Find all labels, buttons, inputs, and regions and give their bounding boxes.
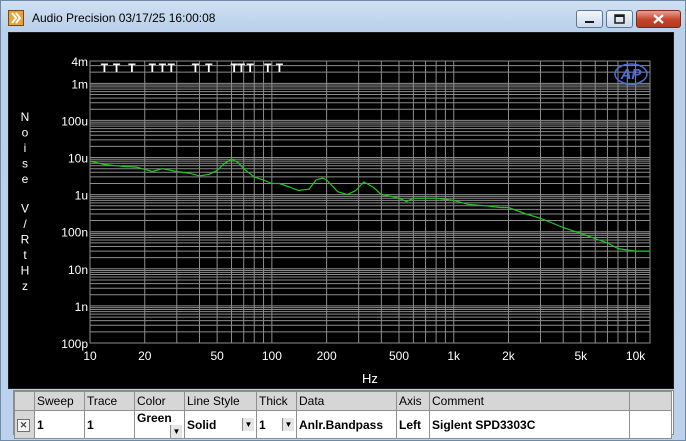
marker-label: T (159, 61, 167, 75)
x-tick-label: 100 (262, 349, 282, 363)
x-tick-label: 1k (447, 349, 461, 363)
grid (89, 60, 651, 344)
marker-label: T (205, 61, 213, 75)
minimize-icon (585, 21, 594, 23)
x-tick-label: 5k (575, 349, 589, 363)
y-tick-label: 100u (61, 114, 88, 128)
close-button[interactable] (636, 10, 681, 28)
marker-label: T (113, 61, 121, 75)
x-tick-label: 2k (502, 349, 516, 363)
marker-label: T (128, 61, 136, 75)
header-data[interactable]: Data (296, 391, 397, 411)
x-tick-label: 200 (317, 349, 337, 363)
maximize-button[interactable] (606, 10, 633, 28)
header-sweep[interactable]: Sweep (34, 391, 85, 411)
y-axis-label-char: V (21, 202, 29, 216)
cell-line-style[interactable]: Solid ▼ (184, 410, 257, 439)
x-tick-label: 50 (210, 349, 224, 363)
app-window: Audio Precision 03/17/25 16:00:08 4m 1m 10… (0, 0, 686, 441)
header-trace[interactable]: Trace (84, 391, 135, 411)
y-axis-label-char: / (23, 217, 27, 231)
header-comment[interactable]: Comment (429, 391, 630, 411)
cell-thick-value: 1 (259, 417, 266, 432)
y-tick-label: 10u (68, 152, 88, 166)
y-axis-label-char: H (21, 264, 30, 278)
x-tick-label: 10k (626, 349, 646, 363)
header-line-style[interactable]: Line Style (184, 391, 257, 411)
y-axis-label: Noise V / Rt Hz (21, 110, 30, 293)
cell-data[interactable]: Anlr.Bandpass (296, 410, 397, 439)
header-corner (14, 391, 35, 411)
checkbox-x-icon[interactable]: ✕ (17, 418, 30, 432)
x-tick-label: 10 (83, 349, 97, 363)
header-filler (629, 391, 672, 411)
y-axis-label-char: N (21, 110, 30, 124)
y-tick-label: 4m (71, 55, 88, 69)
header-thick[interactable]: Thick (256, 391, 297, 411)
y-tick-label: 10n (68, 263, 88, 277)
cell-filler (629, 410, 672, 439)
noise-spectrum-chart: 4m1m100u10u1u100n10n1n100p 10 20 50 100 200 5… (21, 55, 651, 386)
y-axis-label-char: R (21, 233, 30, 247)
thick-dropdown-icon[interactable]: ▼ (282, 417, 294, 431)
y-axis-label-char: t (23, 248, 27, 262)
cell-color[interactable]: Green ▼ (134, 410, 185, 439)
y-tick-label: 1m (71, 77, 88, 91)
graph-panel: 4m 1m 100u 10u 1u 100n 10n 1n 100p 10 20 50 100 200 5… (8, 32, 674, 389)
y-axis-label-char (23, 186, 26, 200)
table-row[interactable]: ✕ 1 1 Green ▼ Solid ▼ 1 ▼ Anlr.Bandpass Lef… (14, 410, 672, 439)
marker-label: T (149, 61, 157, 75)
audio-precision-app-icon[interactable] (8, 10, 24, 26)
cell-line-style-value: Solid (187, 417, 217, 432)
minimize-button[interactable] (576, 10, 603, 28)
y-tick-label: 1u (75, 189, 88, 203)
x-tick-label: 20 (138, 349, 152, 363)
color-dropdown-icon[interactable]: ▼ (170, 425, 182, 438)
title-bar[interactable]: Audio Precision 03/17/25 16:00:08 (1, 1, 685, 31)
y-axis-label-char: i (24, 141, 27, 155)
y-tick-label: 100n (61, 226, 88, 240)
ap-logo-icon: AP (614, 63, 648, 85)
y-tick-label: 1n (75, 300, 88, 314)
window-title: Audio Precision 03/17/25 16:00:08 (32, 11, 216, 25)
x-axis-label: Hz (362, 371, 378, 386)
y-axis-label-char: s (22, 157, 28, 171)
y-axis-label-text: Noise V / Rt Hz (21, 110, 30, 293)
marker-label: T (247, 61, 255, 75)
x-tick-labels: 10 20 50 100 200 500 1k 2k 5k 10k (83, 349, 646, 363)
sweep-table-grid: Sweep Trace Color Line Style Thick Data … (14, 391, 672, 439)
line-style-dropdown-icon[interactable]: ▼ (242, 417, 254, 431)
cell-thick[interactable]: 1 ▼ (256, 410, 297, 439)
marker-label: T (168, 61, 176, 75)
table-header-row: Sweep Trace Color Line Style Thick Data … (14, 391, 672, 411)
svg-text:AP: AP (620, 66, 643, 83)
cell-color-value: Green (137, 411, 172, 426)
y-axis-label-char: o (22, 126, 29, 140)
marker-label: T (276, 61, 284, 75)
y-axis-label-char: z (22, 279, 28, 293)
marker-label: T (238, 61, 246, 75)
x-tick-label: 500 (389, 349, 409, 363)
marker-label: T (101, 61, 109, 75)
header-axis[interactable]: Axis (396, 391, 430, 411)
close-icon (653, 14, 664, 24)
header-color[interactable]: Color (134, 391, 185, 411)
y-tick-labels: 4m1m100u10u1u100n10n1n100p (61, 55, 88, 351)
y-axis-label-char: e (22, 172, 29, 186)
plot-frame (89, 60, 651, 344)
cell-axis[interactable]: Left (396, 410, 430, 439)
markers: TTTTTTTTTTTTT (101, 61, 284, 75)
cell-comment[interactable]: Siglent SPD3303C (429, 410, 630, 439)
marker-label: T (264, 61, 272, 75)
marker-label: T (192, 61, 200, 75)
sweep-table: Sweep Trace Color Line Style Thick Data … (13, 390, 674, 439)
cell-trace[interactable]: 1 (84, 410, 135, 439)
row-enable-checkbox[interactable]: ✕ (14, 410, 35, 439)
maximize-icon (614, 14, 625, 24)
cell-sweep[interactable]: 1 (34, 410, 85, 439)
